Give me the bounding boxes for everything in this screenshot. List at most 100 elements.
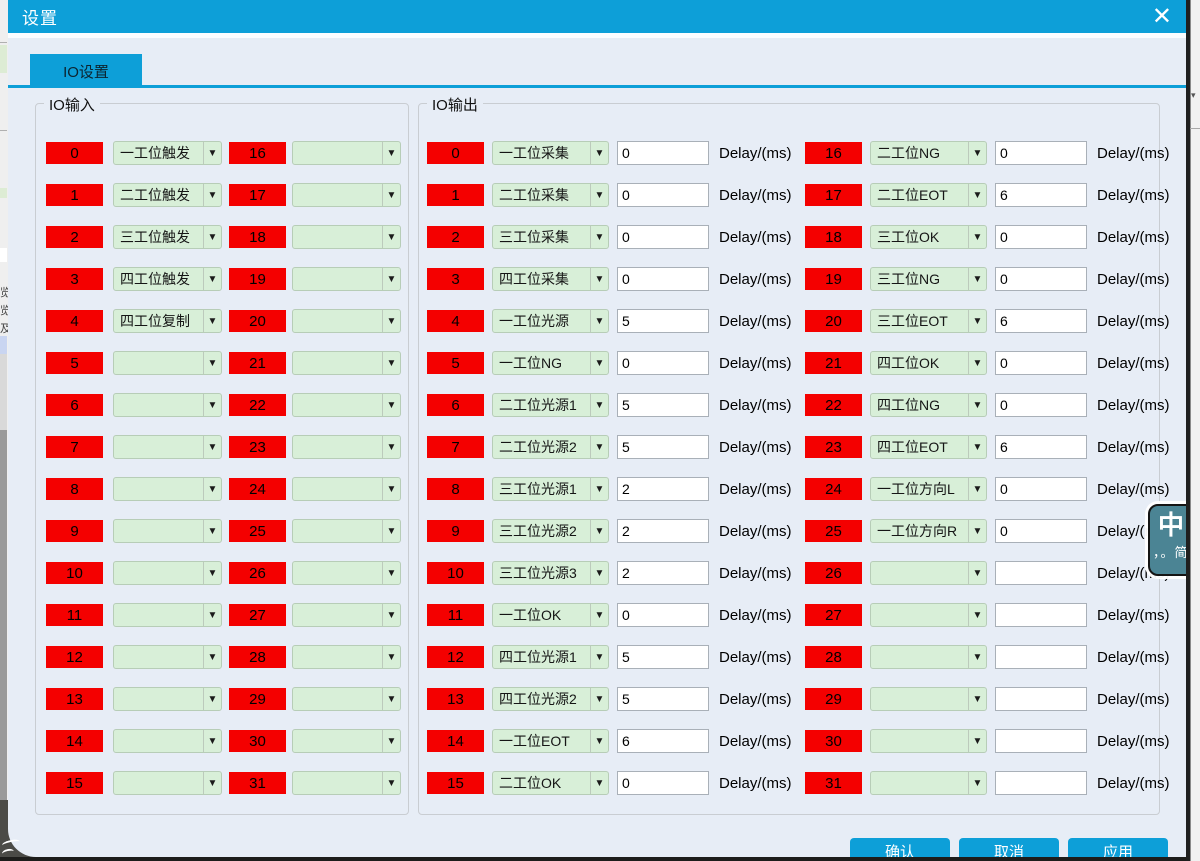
io-function-select[interactable]: ▼ bbox=[113, 687, 222, 711]
io-function-select[interactable]: 一工位采集▼ bbox=[492, 141, 609, 165]
io-function-select[interactable]: ▼ bbox=[113, 393, 222, 417]
io-function-select[interactable]: 三工位采集▼ bbox=[492, 225, 609, 249]
io-function-select[interactable]: 一工位方向R▼ bbox=[870, 519, 987, 543]
delay-input[interactable] bbox=[995, 309, 1087, 333]
delay-input[interactable] bbox=[617, 141, 709, 165]
io-function-select[interactable]: ▼ bbox=[292, 393, 401, 417]
io-function-select[interactable]: 二工位OK▼ bbox=[492, 771, 609, 795]
delay-input[interactable] bbox=[995, 729, 1087, 753]
io-function-select[interactable]: ▼ bbox=[292, 687, 401, 711]
delay-input[interactable] bbox=[995, 141, 1087, 165]
delay-input[interactable] bbox=[995, 393, 1087, 417]
delay-input[interactable] bbox=[995, 183, 1087, 207]
io-function-select[interactable]: 三工位NG▼ bbox=[870, 267, 987, 291]
io-function-select[interactable]: 三工位OK▼ bbox=[870, 225, 987, 249]
io-function-select[interactable]: ▼ bbox=[113, 771, 222, 795]
delay-input[interactable] bbox=[617, 603, 709, 627]
io-function-select[interactable]: 一工位NG▼ bbox=[492, 351, 609, 375]
close-icon[interactable]: ✕ bbox=[1152, 5, 1172, 29]
delay-input[interactable] bbox=[617, 729, 709, 753]
delay-input[interactable] bbox=[995, 687, 1087, 711]
io-function-select[interactable]: 一工位方向L▼ bbox=[870, 477, 987, 501]
delay-input[interactable] bbox=[995, 645, 1087, 669]
io-function-select[interactable]: 一工位OK▼ bbox=[492, 603, 609, 627]
io-function-select[interactable]: 四工位光源2▼ bbox=[492, 687, 609, 711]
io-function-select[interactable]: 一工位光源▼ bbox=[492, 309, 609, 333]
io-function-select[interactable]: ▼ bbox=[113, 603, 222, 627]
delay-input[interactable] bbox=[995, 771, 1087, 795]
io-function-select[interactable]: ▼ bbox=[113, 561, 222, 585]
delay-input[interactable] bbox=[995, 561, 1087, 585]
delay-input[interactable] bbox=[617, 477, 709, 501]
delay-input[interactable] bbox=[617, 519, 709, 543]
io-function-select[interactable]: ▼ bbox=[292, 435, 401, 459]
delay-input[interactable] bbox=[617, 435, 709, 459]
cancel-button[interactable]: 取消 bbox=[959, 838, 1059, 857]
io-function-select[interactable]: ▼ bbox=[292, 645, 401, 669]
io-function-select[interactable]: 三工位光源1▼ bbox=[492, 477, 609, 501]
delay-input[interactable] bbox=[995, 435, 1087, 459]
background-scrollbar[interactable] bbox=[1190, 0, 1200, 861]
confirm-button[interactable]: 确认 bbox=[850, 838, 950, 857]
delay-input[interactable] bbox=[995, 519, 1087, 543]
delay-input[interactable] bbox=[617, 309, 709, 333]
io-function-select[interactable]: ▼ bbox=[292, 561, 401, 585]
delay-input[interactable] bbox=[995, 603, 1087, 627]
io-function-select[interactable]: 三工位光源3▼ bbox=[492, 561, 609, 585]
io-function-select[interactable]: ▼ bbox=[870, 687, 987, 711]
io-function-select[interactable]: 二工位EOT▼ bbox=[870, 183, 987, 207]
io-function-select[interactable]: ▼ bbox=[113, 435, 222, 459]
io-function-select[interactable]: 二工位采集▼ bbox=[492, 183, 609, 207]
io-function-select[interactable]: ▼ bbox=[292, 477, 401, 501]
io-function-select[interactable]: ▼ bbox=[292, 519, 401, 543]
delay-input[interactable] bbox=[617, 561, 709, 585]
io-function-select[interactable]: ▼ bbox=[292, 183, 401, 207]
io-function-select[interactable]: 四工位光源1▼ bbox=[492, 645, 609, 669]
io-function-select[interactable]: 四工位复制▼ bbox=[113, 309, 222, 333]
io-function-select[interactable]: 二工位NG▼ bbox=[870, 141, 987, 165]
io-function-select[interactable]: ▼ bbox=[113, 351, 222, 375]
io-function-select[interactable]: 四工位EOT▼ bbox=[870, 435, 987, 459]
delay-input[interactable] bbox=[617, 645, 709, 669]
io-function-select[interactable]: 二工位光源1▼ bbox=[492, 393, 609, 417]
io-function-select[interactable]: 四工位触发▼ bbox=[113, 267, 222, 291]
io-function-select[interactable]: 二工位触发▼ bbox=[113, 183, 222, 207]
io-function-select[interactable]: ▼ bbox=[870, 771, 987, 795]
io-function-select[interactable]: ▼ bbox=[113, 729, 222, 753]
io-function-select[interactable]: 三工位光源2▼ bbox=[492, 519, 609, 543]
io-function-select[interactable]: ▼ bbox=[292, 225, 401, 249]
io-function-select[interactable]: ▼ bbox=[113, 645, 222, 669]
delay-input[interactable] bbox=[995, 267, 1087, 291]
delay-input[interactable] bbox=[617, 351, 709, 375]
delay-input[interactable] bbox=[617, 687, 709, 711]
io-function-select[interactable]: ▼ bbox=[292, 603, 401, 627]
io-function-select[interactable]: ▼ bbox=[292, 267, 401, 291]
delay-input[interactable] bbox=[617, 225, 709, 249]
io-function-select[interactable]: ▼ bbox=[292, 351, 401, 375]
io-function-select[interactable]: ▼ bbox=[870, 729, 987, 753]
delay-input[interactable] bbox=[995, 225, 1087, 249]
delay-input[interactable] bbox=[617, 771, 709, 795]
io-function-select[interactable]: ▼ bbox=[113, 519, 222, 543]
io-function-select[interactable]: 二工位光源2▼ bbox=[492, 435, 609, 459]
delay-input[interactable] bbox=[617, 393, 709, 417]
delay-input[interactable] bbox=[995, 351, 1087, 375]
scroll-down-icon[interactable]: ▾ bbox=[1191, 90, 1196, 101]
delay-input[interactable] bbox=[995, 477, 1087, 501]
delay-input[interactable] bbox=[617, 267, 709, 291]
io-function-select[interactable]: 三工位EOT▼ bbox=[870, 309, 987, 333]
io-function-select[interactable]: ▼ bbox=[292, 141, 401, 165]
io-function-select[interactable]: ▼ bbox=[292, 771, 401, 795]
io-function-select[interactable]: ▼ bbox=[113, 477, 222, 501]
io-function-select[interactable]: 一工位EOT▼ bbox=[492, 729, 609, 753]
io-function-select[interactable]: 四工位NG▼ bbox=[870, 393, 987, 417]
io-function-select[interactable]: ▼ bbox=[870, 561, 987, 585]
io-function-select[interactable]: ▼ bbox=[870, 603, 987, 627]
io-function-select[interactable]: ▼ bbox=[292, 309, 401, 333]
apply-button[interactable]: 应用 bbox=[1068, 838, 1168, 857]
tab-io-settings[interactable]: IO设置 bbox=[30, 54, 142, 88]
io-function-select[interactable]: ▼ bbox=[870, 645, 987, 669]
delay-input[interactable] bbox=[617, 183, 709, 207]
io-function-select[interactable]: 四工位OK▼ bbox=[870, 351, 987, 375]
io-function-select[interactable]: 一工位触发▼ bbox=[113, 141, 222, 165]
